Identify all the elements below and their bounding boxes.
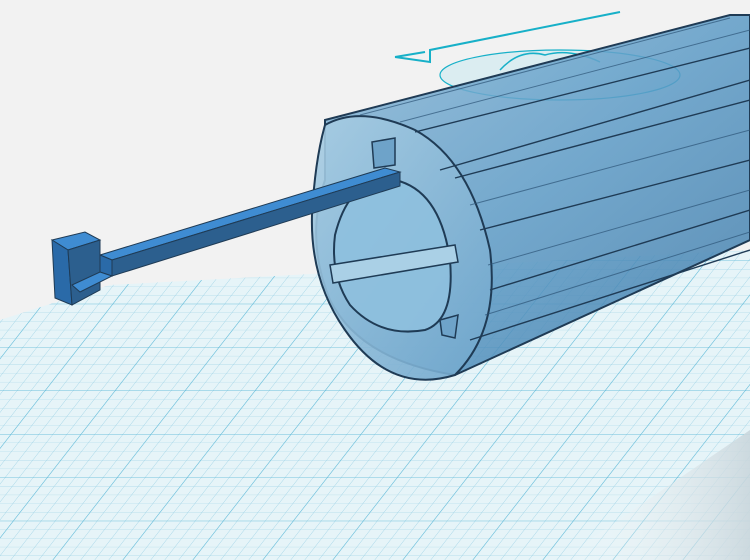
scene-canvas[interactable] [0,0,750,560]
3d-viewport[interactable] [0,0,750,560]
